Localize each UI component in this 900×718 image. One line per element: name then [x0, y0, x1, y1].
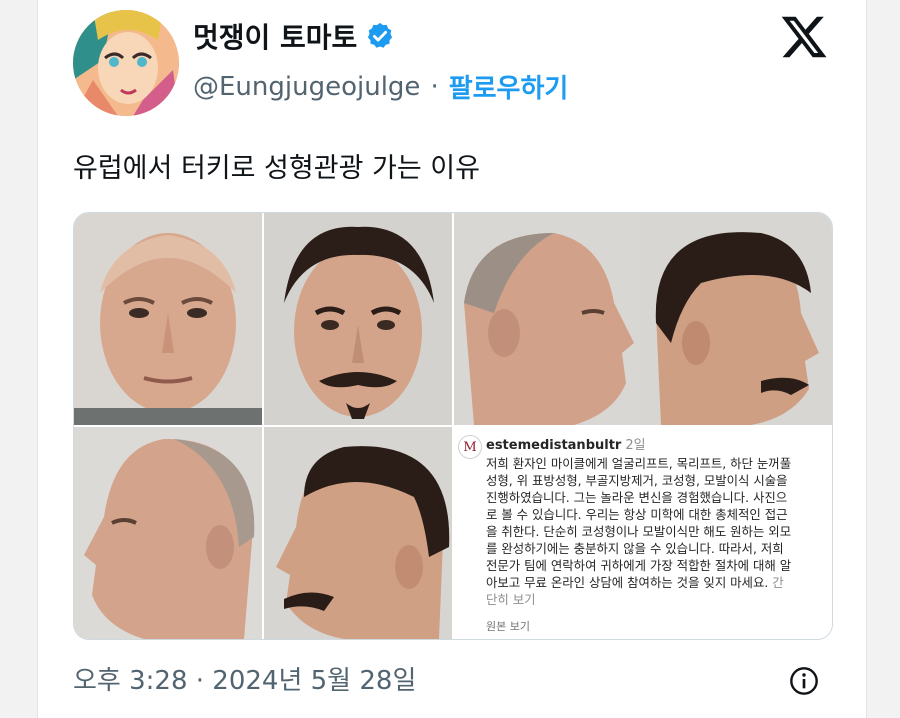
- caption-line: 진행하였습니다. 그는 놀라운 변신을 경험했습니다. 사진으: [486, 490, 788, 505]
- instagram-user: estemedistanbultr 2일: [486, 434, 646, 453]
- see-less-link-start[interactable]: 간: [772, 575, 783, 590]
- caption-line: 전문가 팀에 연락하여 귀하에게 가장 적합한 절차에 대해 알: [486, 558, 792, 573]
- avatar-illustration: [73, 10, 179, 116]
- instagram-time: 2일: [625, 438, 646, 453]
- avatar[interactable]: [73, 10, 179, 116]
- media-image[interactable]: M estemedistanbultr 2일 저희 환자인 마이클에게 얼굴리프트…: [73, 212, 833, 640]
- verified-badge-icon: [368, 22, 393, 48]
- author-name-row: 멋쟁이 토마토: [193, 16, 395, 56]
- tweet-card: 멋쟁이 토마토 @Eungjugeojulge · 팔로우하기 유럽에서 터키로…: [37, 0, 867, 718]
- info-icon[interactable]: [788, 665, 820, 697]
- photo-after-side: [641, 213, 832, 425]
- photo-after-profile: [264, 427, 452, 639]
- instagram-caption: 저희 환자인 마이클에게 얼굴리프트, 목리프트, 하단 눈꺼풀 성형, 위 표…: [486, 455, 832, 605]
- caption-line: 성형, 위 표방성형, 부골지방제거, 코성형, 모발이식 시술을: [486, 473, 788, 488]
- see-original-link[interactable]: 원본 보기: [486, 618, 530, 634]
- handle-row: @Eungjugeojulge · 팔로우하기: [193, 68, 568, 105]
- instagram-username: estemedistanbultr: [486, 438, 622, 453]
- tweet-text: 유럽에서 터키로 성형관광 가는 이유: [73, 153, 480, 184]
- separator-dot: ·: [430, 71, 439, 102]
- instagram-caption-panel: M estemedistanbultr 2일 저희 환자인 마이클에게 얼굴리프트…: [454, 427, 832, 639]
- photo-before-front: [74, 213, 262, 425]
- display-name[interactable]: 멋쟁이 토마토: [193, 16, 357, 56]
- caption-line: 로 볼 수 있습니다. 우리는 항상 미학에 대한 총체적인 접근: [486, 507, 788, 522]
- tweet-timestamp[interactable]: 오후 3:28 · 2024년 5월 28일: [73, 660, 416, 697]
- photo-before-side: [454, 213, 641, 425]
- clinic-logo-icon: M: [458, 435, 482, 459]
- photo-before-profile: [74, 427, 262, 639]
- caption-line: 을 취한다. 단순히 코성형이나 모발이식만 해도 원하는 외모: [486, 524, 792, 539]
- caption-line: 아보고 무료 온라인 상담에 참여하는 것을 잊지 마세요.: [486, 575, 769, 590]
- x-logo-icon[interactable]: [779, 12, 829, 62]
- see-less-link[interactable]: 단히 보기: [486, 591, 832, 605]
- caption-line: 를 완성하기에는 충분하지 않을 수 있습니다. 따라서, 저희: [486, 541, 784, 556]
- photo-after-front: [264, 213, 452, 425]
- follow-button[interactable]: 팔로우하기: [449, 68, 569, 105]
- caption-line-last: 아보고 무료 온라인 상담에 참여하는 것을 잊지 마세요. 간: [486, 574, 832, 591]
- caption-line: 저희 환자인 마이클에게 얼굴리프트, 목리프트, 하단 눈꺼풀: [486, 456, 792, 471]
- handle[interactable]: @Eungjugeojulge: [193, 72, 420, 102]
